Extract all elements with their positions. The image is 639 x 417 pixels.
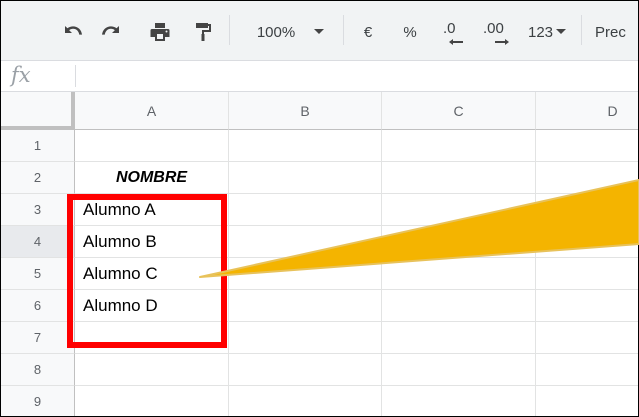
callout-arrow — [199, 179, 639, 278]
callout-arrow-shape — [199, 179, 639, 278]
